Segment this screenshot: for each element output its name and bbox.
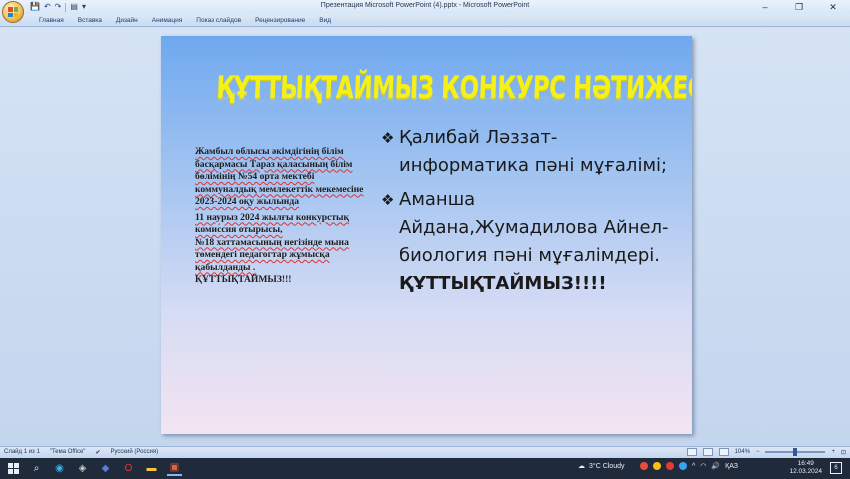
tab-home[interactable]: Главная [32,16,71,25]
clock[interactable]: 16:49 12.03.2024 [789,460,822,476]
tab-insert[interactable]: Вставка [71,16,109,25]
slide-sorter-button[interactable] [702,448,713,456]
ribbon: Главная Вставка Дизайн Анимация Показ сл… [0,14,850,27]
language-indicator[interactable]: Русский (Россия) [110,449,158,456]
clock-date: 12.03.2024 [789,468,822,475]
theme-name: "Тема Office" [49,449,86,455]
start-button[interactable] [6,461,21,476]
bullet-text: Қалибай Ләззат-информатика пәні мұғалімі… [399,127,668,176]
tab-review[interactable]: Рецензирование [248,16,312,25]
clock-time: 16:49 [797,460,814,467]
office-button[interactable] [2,1,24,23]
left-paragraph: ҚҰТТЫҚТАЙМЫЗ!!! [195,274,292,285]
tab-view[interactable]: Вид [312,16,338,25]
window-title: Презентация Microsoft PowerPoint (4).ppt… [320,2,530,9]
slide-title-reflection: ҚҰТТЫҚТАЙМЫЗ КОНКУРС НӘТИЖЕСІ !!! [217,89,692,105]
left-text-box[interactable]: Жамбыл облысы әкімдігінің білім басқарма… [195,146,370,287]
office-logo-icon [8,7,18,17]
powerpoint-taskbar-icon[interactable]: ▣ [167,461,182,476]
tray-app-icon[interactable] [640,462,648,470]
zoom-level[interactable]: 104% [735,449,750,455]
zoom-in-icon[interactable]: + [831,449,835,455]
slide-canvas[interactable]: ҚҰТТЫҚТАЙМЫЗ КОНКУРС НӘТИЖЕСІ !!! ҚҰТТЫҚ… [161,36,692,434]
list-item: ❖ Қалибай Ләззат-информатика пәні мұғалі… [381,124,673,180]
tray-app-icon[interactable] [653,462,661,470]
show-hidden-icons[interactable]: ^ [692,463,695,470]
window-controls: – ❐ ✕ [748,0,850,14]
app-icon[interactable]: ◈ [75,461,90,476]
app-icon[interactable]: ◆ [98,461,113,476]
congrats-text: ҚҰТТЫҚТАЙМЫЗ!!!! [399,273,607,294]
tray-app-icon[interactable] [666,462,674,470]
tray-app-icon[interactable] [679,462,687,470]
weather-text: 3°C Cloudy [589,462,625,470]
fit-to-window-icon[interactable]: ⊡ [841,449,846,456]
restore-button[interactable]: ❐ [782,0,816,14]
notification-center-icon[interactable]: 6 [830,462,842,474]
ribbon-tabs: Главная Вставка Дизайн Анимация Показ сл… [32,16,338,25]
bullet-text: Аманша Айдана,Жумадилова Айнел-биология … [399,189,669,266]
taskbar: ⌕ ◉ ◈ ◆ O ▬ ▣ ☁ 3°C Cloudy ^ ◠ 🔊 ҚАЗ 16:… [0,458,850,479]
volume-icon[interactable]: 🔊 [711,462,720,470]
cloud-icon: ☁ [578,463,585,470]
tab-animation[interactable]: Анимация [145,16,190,25]
left-paragraph: 11 наурыз 2024 жылғы конкурстық комиссия… [195,211,350,236]
zoom-out-icon[interactable]: − [756,449,760,455]
search-icon[interactable]: ⌕ [29,461,44,476]
diamond-bullet-icon: ❖ [381,129,395,147]
slide-counter: Слайд 1 из 1 [4,449,40,455]
list-item: ❖ Аманша Айдана,Жумадилова Айнел-биологи… [381,186,673,298]
close-button[interactable]: ✕ [816,0,850,14]
system-tray: ^ ◠ 🔊 ҚАЗ [640,462,738,470]
title-bar: 💾 ↶ ↷ ▤ ▾ Презентация Microsoft PowerPoi… [0,0,850,14]
spellcheck-icon[interactable]: ✔ [95,449,100,456]
file-explorer-icon[interactable]: ▬ [144,461,159,476]
zoom-slider-thumb[interactable] [793,448,798,456]
tab-slideshow[interactable]: Показ слайдов [189,16,248,25]
edge-browser-icon[interactable]: ◉ [52,461,67,476]
left-paragraph: Жамбыл облысы әкімдігінің білім басқарма… [195,146,364,207]
diamond-bullet-icon: ❖ [381,191,395,209]
left-paragraph: №18 хаттамасының негізінде мына төмендег… [195,236,349,273]
bullet-list[interactable]: ❖ Қалибай Ләззат-информатика пәні мұғалі… [381,124,673,298]
input-language[interactable]: ҚАЗ [725,463,738,470]
normal-view-button[interactable] [686,448,697,456]
weather-widget[interactable]: ☁ 3°C Cloudy [578,462,625,471]
windows-logo-icon [8,463,19,474]
wifi-icon[interactable]: ◠ [700,462,706,470]
opera-browser-icon[interactable]: O [121,461,136,476]
zoom-slider[interactable] [765,448,826,456]
minimize-button[interactable]: – [748,0,782,14]
slideshow-view-button[interactable] [718,448,729,456]
status-bar: Слайд 1 из 1 "Тема Office" ✔ Русский (Ро… [0,446,850,458]
tab-design[interactable]: Дизайн [109,16,145,25]
